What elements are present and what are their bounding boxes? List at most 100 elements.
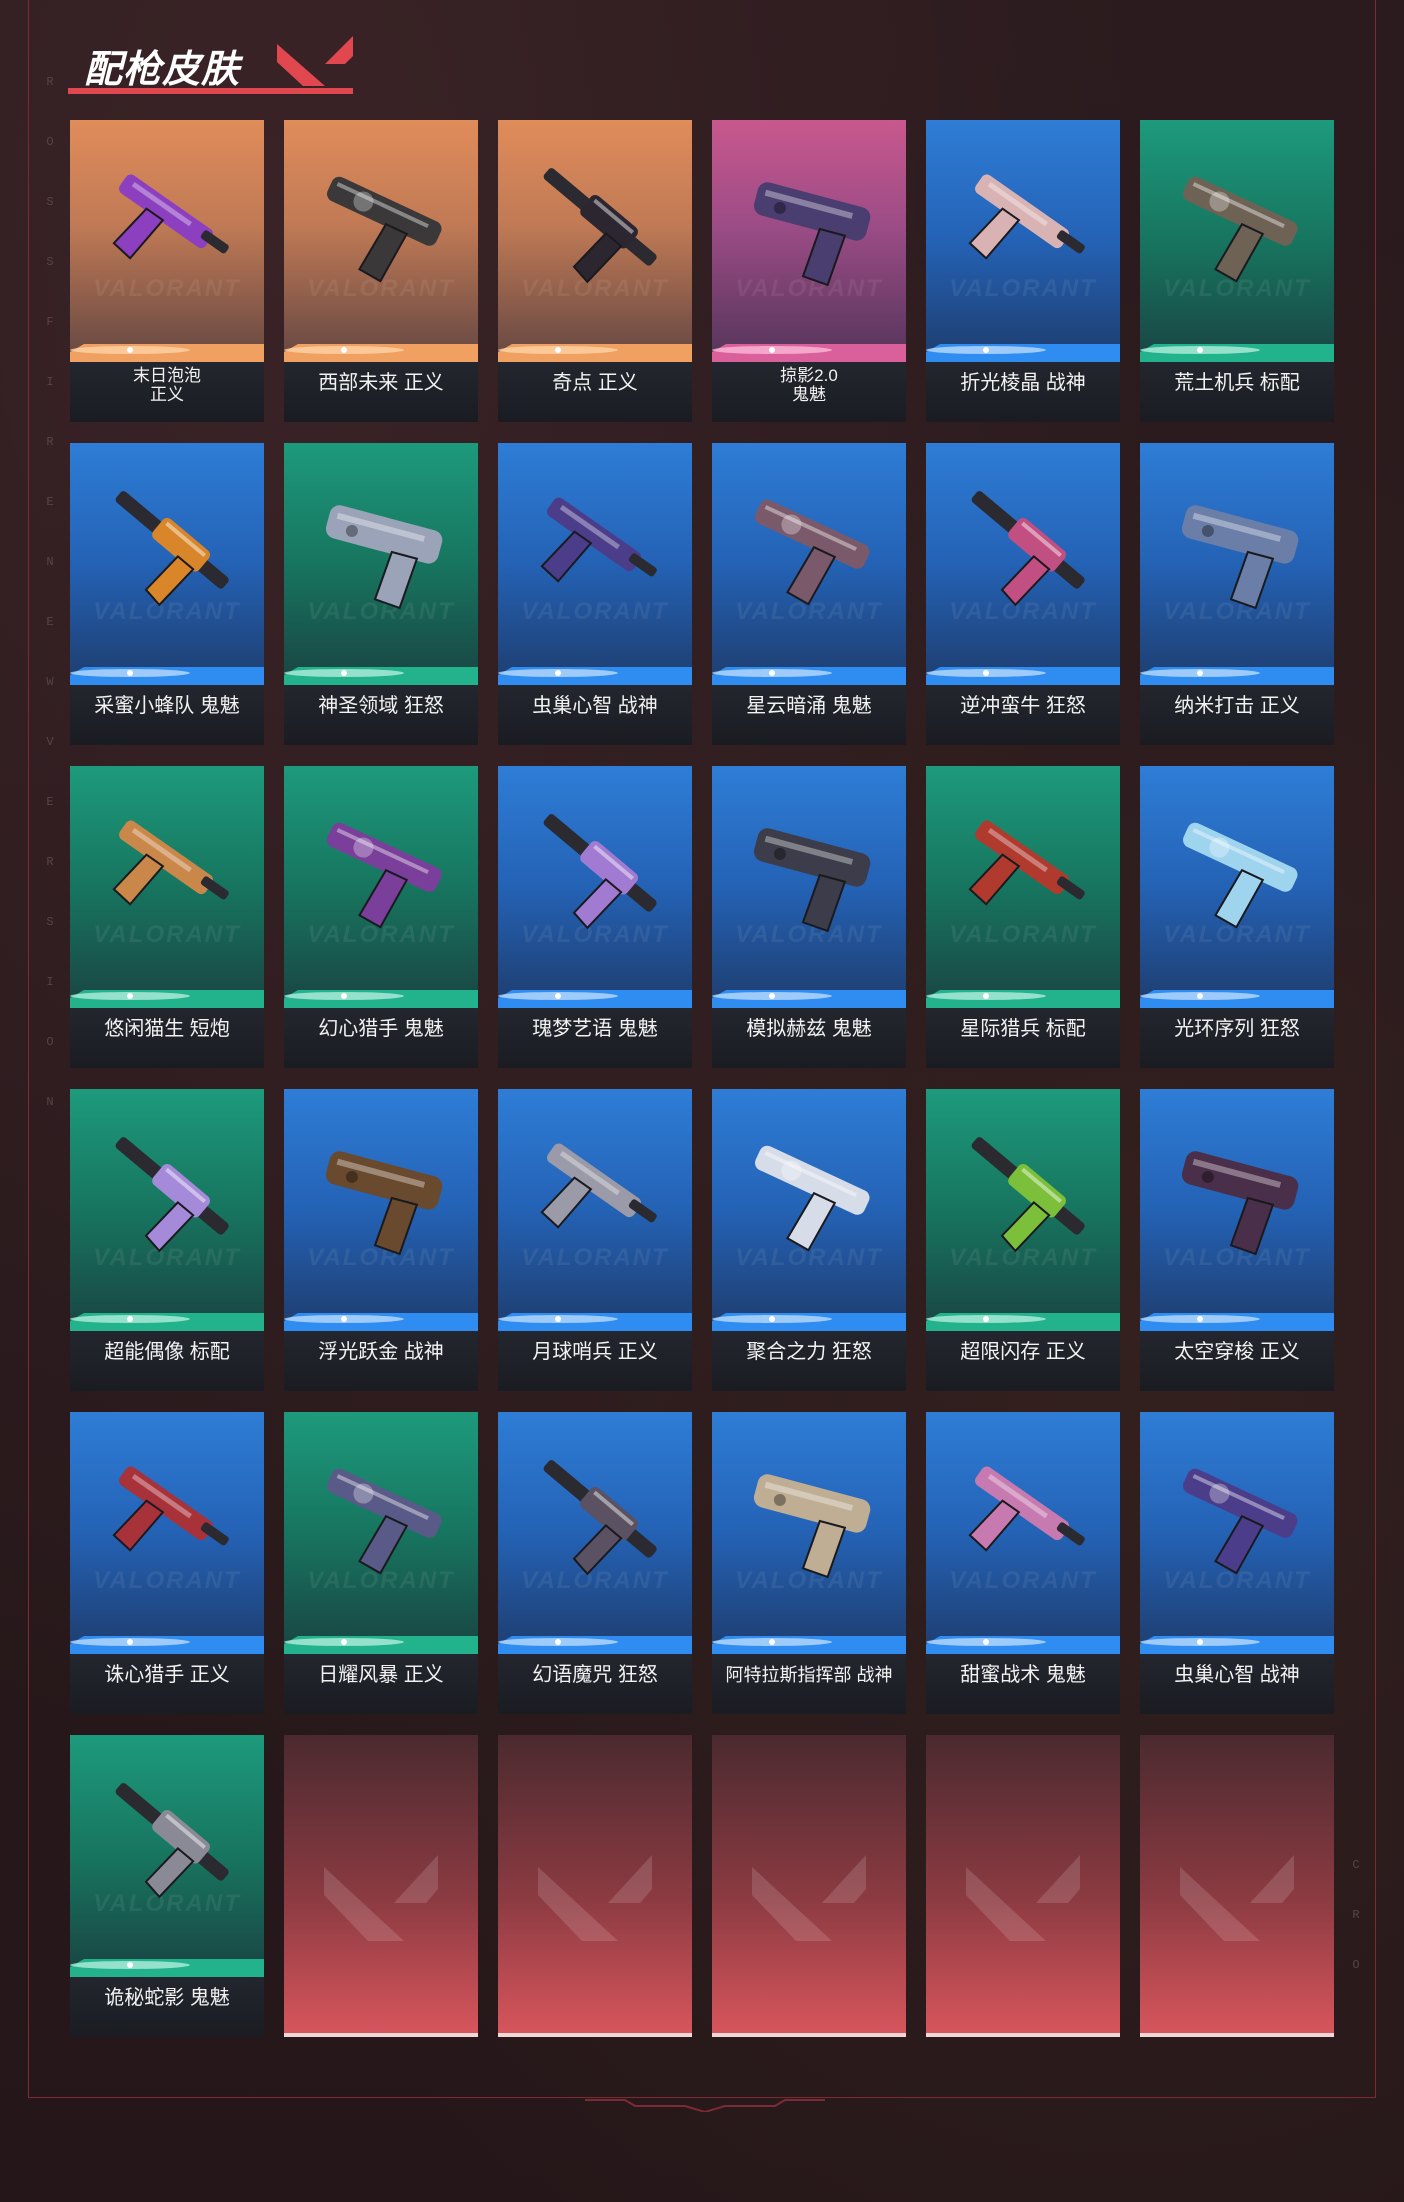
skin-card[interactable]: VALORANT 奇点 正义	[498, 120, 692, 422]
skin-card[interactable]: VALORANT 逆冲蛮牛 狂怒	[926, 443, 1120, 745]
skin-card[interactable]: VALORANT 采蜜小蜂队 鬼魅	[70, 443, 264, 745]
skin-name: 超限闪存 正义	[960, 1341, 1086, 1363]
rarity-bar	[70, 667, 264, 685]
skin-card[interactable]: VALORANT 超能偶像 标配	[70, 1089, 264, 1391]
empty-slot-base	[1140, 2033, 1334, 2037]
weapon-image-icon	[1183, 822, 1298, 929]
rarity-bar	[1140, 1313, 1334, 1331]
skin-card[interactable]: VALORANT 诛心猎手 正义	[70, 1412, 264, 1714]
side-letter: N	[46, 1095, 54, 1109]
skin-card[interactable]: VALORANT 日耀风暴 正义	[284, 1412, 478, 1714]
side-letter: C	[1352, 1858, 1360, 1872]
skin-name: 末日泡泡 正义	[74, 366, 260, 404]
skin-card[interactable]: VALORANT 西部未来 正义	[284, 120, 478, 422]
frame-notch-decoration	[585, 2099, 825, 2112]
weapon-image-icon	[543, 1460, 657, 1576]
title-underline	[68, 88, 353, 94]
skin-card[interactable]: VALORANT 瑰梦艺语 鬼魅	[498, 766, 692, 1068]
empty-slot-base	[712, 2033, 906, 2037]
weapon-image-icon	[112, 820, 229, 906]
rarity-bar	[498, 990, 692, 1008]
skin-card[interactable]: VALORANT 甜蜜战术 鬼魅	[926, 1412, 1120, 1714]
empty-slot-base	[498, 2033, 692, 2037]
side-letter: V	[46, 735, 54, 749]
skin-name: 荒土机兵 标配	[1174, 372, 1300, 394]
skin-card[interactable]: VALORANT 太空穿梭 正义	[1140, 1089, 1334, 1391]
skin-name: 幻语魔咒 狂怒	[532, 1664, 658, 1686]
skin-card[interactable]: VALORANT 星云暗涌 鬼魅	[712, 443, 906, 745]
side-letter: R	[1352, 1908, 1360, 1922]
valorant-logo-icon	[966, 1855, 1080, 1941]
skin-name: 星际猎兵 标配	[960, 1018, 1086, 1040]
weapon-image-icon	[968, 174, 1085, 260]
skin-card[interactable]: VALORANT 星际猎兵 标配	[926, 766, 1120, 1068]
skin-card[interactable]: VALORANT 诡秘蛇影 鬼魅	[70, 1735, 264, 2037]
rarity-bar	[498, 667, 692, 685]
empty-slot	[498, 1735, 692, 2037]
skin-card[interactable]: VALORANT 神圣领域 狂怒	[284, 443, 478, 745]
skin-name: 模拟赫兹 鬼魅	[746, 1018, 872, 1040]
weapon-image-icon	[325, 505, 443, 610]
skin-card[interactable]: VALORANT 荒土机兵 标配	[1140, 120, 1334, 422]
weapon-image-icon	[327, 176, 442, 283]
side-letter: F	[46, 315, 54, 329]
side-letter: E	[46, 495, 54, 509]
weapon-image-icon	[540, 1143, 657, 1229]
rarity-bar	[284, 1636, 478, 1654]
weapon-image-icon	[115, 1783, 229, 1899]
skin-card[interactable]: VALORANT 末日泡泡 正义	[70, 120, 264, 422]
rarity-bar	[70, 1959, 264, 1977]
rarity-bar	[498, 1636, 692, 1654]
skin-name: 虫巢心智 战神	[532, 695, 658, 717]
weapon-image-icon	[112, 174, 229, 260]
skin-card[interactable]: VALORANT 超限闪存 正义	[926, 1089, 1120, 1391]
side-letter: O	[46, 135, 54, 149]
skin-card[interactable]: VALORANT 虫巢心智 战神	[1140, 1412, 1334, 1714]
skin-card[interactable]: VALORANT 光环序列 狂怒	[1140, 766, 1334, 1068]
skin-name: 诛心猎手 正义	[104, 1664, 230, 1686]
skin-name: 星云暗涌 鬼魅	[746, 695, 872, 717]
side-letter: I	[46, 375, 54, 389]
skin-name: 瑰梦艺语 鬼魅	[532, 1018, 658, 1040]
rarity-bar	[498, 344, 692, 362]
weapon-image-icon	[968, 1466, 1085, 1552]
skin-name: 幻心猎手 鬼魅	[318, 1018, 444, 1040]
skin-card[interactable]: VALORANT 虫巢心智 战神	[498, 443, 692, 745]
rarity-bar	[926, 667, 1120, 685]
weapon-image-icon	[325, 1151, 443, 1256]
skin-name: 折光棱晶 战神	[960, 372, 1086, 394]
rarity-bar	[926, 1313, 1120, 1331]
weapon-image-icon	[971, 1137, 1085, 1253]
rarity-bar	[1140, 990, 1334, 1008]
side-letter: W	[46, 675, 54, 689]
skin-card[interactable]: VALORANT 悠闲猫生 短炮	[70, 766, 264, 1068]
side-letter: E	[46, 795, 54, 809]
rarity-bar	[70, 990, 264, 1008]
skin-card[interactable]: VALORANT 浮光跃金 战神	[284, 1089, 478, 1391]
skin-card[interactable]: VALORANT 模拟赫兹 鬼魅	[712, 766, 906, 1068]
valorant-logo-icon	[752, 1855, 866, 1941]
weapon-image-icon	[971, 491, 1085, 607]
skin-card[interactable]: VALORANT 阿特拉斯指挥部 战神	[712, 1412, 906, 1714]
weapon-image-icon	[1183, 1468, 1298, 1575]
skin-card[interactable]: VALORANT 幻语魔咒 狂怒	[498, 1412, 692, 1714]
empty-slot	[1140, 1735, 1334, 2037]
skin-name: 聚合之力 狂怒	[746, 1341, 872, 1363]
weapon-image-icon	[112, 1466, 229, 1552]
side-letter: R	[46, 855, 54, 869]
skin-card[interactable]: VALORANT 纳米打击 正义	[1140, 443, 1334, 745]
skin-card[interactable]: VALORANT 幻心猎手 鬼魅	[284, 766, 478, 1068]
skin-name: 阿特拉斯指挥部 战神	[725, 1665, 893, 1685]
side-letter: S	[46, 255, 54, 269]
valorant-logo-icon	[324, 1855, 438, 1941]
skin-card[interactable]: VALORANT 聚合之力 狂怒	[712, 1089, 906, 1391]
side-letter: I	[46, 975, 54, 989]
skin-name: 太空穿梭 正义	[1174, 1341, 1300, 1363]
rarity-bar	[926, 1636, 1120, 1654]
skin-name: 甜蜜战术 鬼魅	[960, 1664, 1086, 1686]
skin-card[interactable]: VALORANT 折光棱晶 战神	[926, 120, 1120, 422]
weapon-image-icon	[1181, 1151, 1299, 1256]
skin-card[interactable]: VALORANT 掠影2.0 鬼魅	[712, 120, 906, 422]
skin-card[interactable]: VALORANT 月球哨兵 正义	[498, 1089, 692, 1391]
rarity-bar	[1140, 344, 1334, 362]
